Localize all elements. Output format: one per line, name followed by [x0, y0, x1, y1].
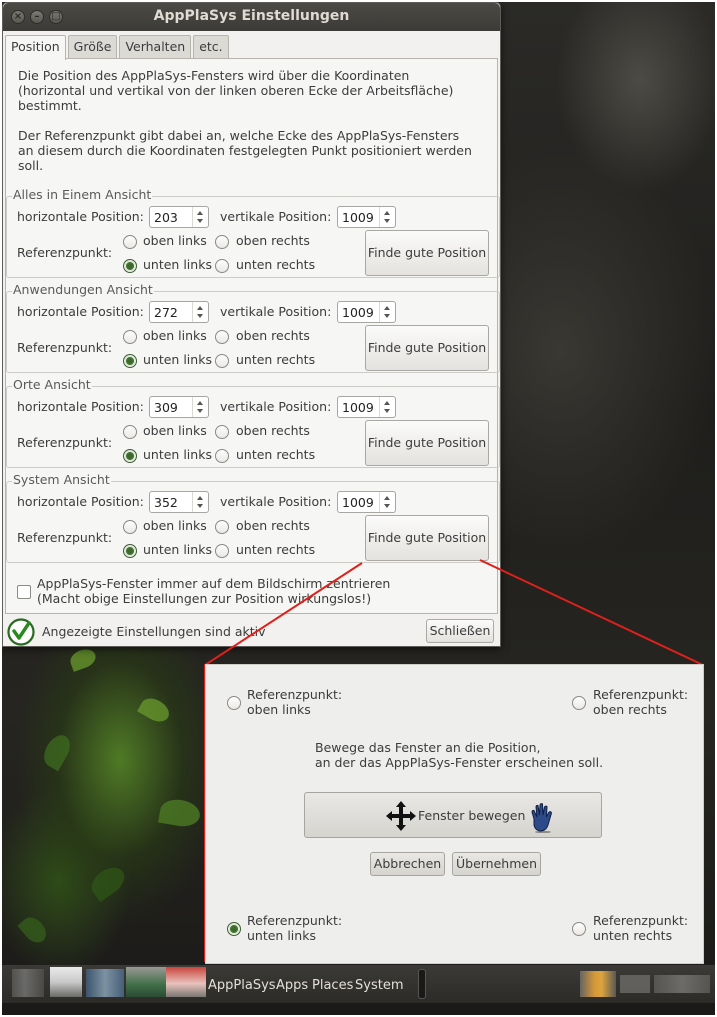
panel-launcher-icon[interactable] [86, 969, 124, 997]
corner-ref-label: Referenzpunkt: [593, 913, 689, 928]
tray-icon[interactable] [580, 971, 616, 997]
corner-radio-top-right[interactable] [572, 696, 586, 710]
corner-ref-label: Referenzpunkt: [247, 913, 343, 928]
corner-ref-label: Referenzpunkt: [593, 687, 689, 702]
move-window-button[interactable]: Fenster bewegen [304, 792, 602, 838]
corner-label-top-right: oben rechts [593, 702, 667, 717]
panel-separator [418, 969, 426, 999]
instruction-line: Bewege das Fenster an die Position, [315, 740, 541, 755]
panel-launcher-icon[interactable] [12, 969, 44, 997]
bottom-panel: AppPlaSys Apps Places System [2, 965, 715, 1003]
panel-launcher-icon[interactable] [50, 967, 82, 997]
corner-radio-top-left[interactable] [227, 696, 241, 710]
panel-menu-apps[interactable]: Apps [276, 978, 308, 993]
move-window-label: Fenster bewegen [418, 808, 526, 823]
panel-menu-appplasys[interactable]: AppPlaSys [208, 978, 276, 993]
corner-label-bottom-left: unten links [247, 928, 316, 943]
apply-button[interactable]: Übernehmen [452, 852, 541, 876]
instruction-line: an der das AppPlaSys-Fenster erscheinen … [315, 755, 604, 770]
cancel-button[interactable]: Abbrechen [370, 852, 445, 876]
corner-label-top-left: oben links [247, 702, 311, 717]
corner-label-bottom-right: unten rechts [593, 928, 673, 943]
corner-radio-bottom-right[interactable] [572, 922, 586, 936]
move-arrows-icon [386, 801, 416, 831]
hand-cursor-icon [531, 803, 553, 833]
positioner-window: Referenzpunkt: oben links Referenzpunkt:… [205, 664, 704, 964]
panel-launcher-icon[interactable] [166, 967, 206, 997]
tab-position[interactable]: Position [5, 35, 66, 60]
panel-menu-places[interactable]: Places [312, 978, 353, 993]
corner-ref-label: Referenzpunkt: [247, 687, 343, 702]
corner-radio-bottom-left[interactable] [227, 922, 241, 936]
panel-menu-system[interactable]: System [355, 978, 403, 993]
tray-icon[interactable] [654, 975, 710, 993]
panel-launcher-icon[interactable] [126, 967, 166, 997]
tray-icon[interactable] [620, 975, 650, 993]
